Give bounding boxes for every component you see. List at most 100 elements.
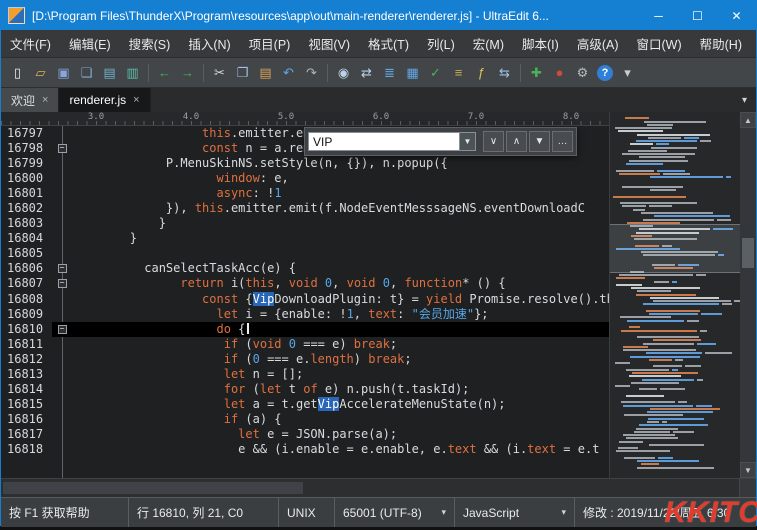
forward-icon[interactable]: → (178, 63, 197, 82)
menu-insert[interactable]: 插入(N) (179, 30, 239, 57)
code-line[interactable]: 16810 − do { (1, 321, 609, 337)
code-line[interactable]: 16805 (1, 246, 609, 261)
menu-advanced[interactable]: 高级(A) (568, 30, 628, 57)
paste-icon[interactable]: ▤ (256, 63, 275, 82)
menu-search[interactable]: 搜索(S) (120, 30, 180, 57)
save-all-icon[interactable]: ❏ (77, 63, 96, 82)
code-text: if (0 === e.length) break; (223, 351, 412, 366)
editor[interactable]: 3.0 4.0 5.0 6.0 7.0 8.0 16797 this.emitter.em… (1, 112, 609, 478)
horizontal-scrollbar[interactable] (1, 478, 756, 497)
fold-toggle-icon[interactable]: − (57, 324, 67, 334)
code-line[interactable]: 16811 if (void 0 === e) break; (1, 337, 609, 352)
menu-column[interactable]: 列(L) (418, 30, 464, 57)
code-text: let e = JSON.parse(a); (238, 426, 398, 441)
menu-window[interactable]: 窗口(W) (628, 30, 691, 57)
find-next-button[interactable]: ∨ (483, 131, 504, 152)
add-icon[interactable]: ✚ (527, 63, 546, 82)
tab-close-icon[interactable]: × (133, 94, 139, 106)
find-more-button[interactable]: … (552, 131, 573, 152)
code-text: } (158, 216, 166, 231)
ultraedit-window: [D:\Program Files\ThunderX\Program\resou… (0, 0, 757, 529)
code-line[interactable]: 16807 − return i(this, void 0, void 0, fu… (1, 276, 609, 291)
scroll-up-icon[interactable]: ▲ (740, 112, 756, 128)
code-line[interactable]: 16818 e && (i.enable = e.enable, e.text … (1, 442, 609, 457)
column-mode-icon[interactable]: ▦ (403, 63, 422, 82)
status-encoding[interactable]: 65001 (UTF-8) ▾ (335, 498, 455, 527)
find-prev-button[interactable]: ∧ (506, 131, 527, 152)
code-line[interactable]: 16800 window: e, (1, 171, 609, 186)
code-line[interactable]: 16802 }), this.emitter.emit(f.NodeEventM… (1, 201, 609, 216)
menu-help[interactable]: 帮助(H) (691, 30, 751, 57)
undo-icon[interactable]: ↶ (279, 63, 298, 82)
menu-edit[interactable]: 编辑(E) (60, 30, 120, 57)
search-input[interactable] (308, 132, 460, 151)
status-syntax-mode[interactable]: JavaScript ▾ (455, 498, 575, 527)
record-macro-icon[interactable]: ● (550, 63, 569, 82)
tab-renderer-js[interactable]: renderer.js × (59, 88, 151, 112)
vertical-scroll-track[interactable] (740, 128, 756, 462)
save-icon[interactable]: ▣ (54, 63, 73, 82)
code-line[interactable]: 16815 let a = t.getVipAccelerateMenuStat… (1, 396, 609, 412)
find-icon[interactable]: ◉ (334, 63, 353, 82)
settings-gear-icon[interactable]: ⚙ (573, 63, 592, 82)
fold-toggle-icon[interactable]: − (57, 144, 67, 154)
code-line[interactable]: 16804 } (1, 231, 609, 246)
code-line[interactable]: 16816 if (a) { (1, 412, 609, 427)
tab-overflow-icon[interactable]: ▾ (733, 88, 756, 112)
scroll-down-icon[interactable]: ▼ (740, 462, 756, 478)
vertical-scroll-thumb[interactable] (742, 238, 754, 268)
minimap-viewport[interactable] (610, 224, 740, 273)
cut-icon[interactable]: ✂ (210, 63, 229, 82)
redo-icon[interactable]: ↷ (302, 63, 321, 82)
close-button[interactable]: ✕ (717, 1, 756, 30)
find-filter-button[interactable]: ▼ (529, 131, 550, 152)
code-area[interactable]: 16797 this.emitter.emit(16798− const n =… (1, 126, 609, 478)
horizontal-scroll-thumb[interactable] (3, 482, 303, 494)
copy-icon[interactable]: ❐ (233, 63, 252, 82)
spell-check-icon[interactable]: ✓ (426, 63, 445, 82)
tab-welcome[interactable]: 欢迎 × (1, 88, 60, 112)
list-lines-icon[interactable]: ≡ (449, 63, 468, 82)
code-line[interactable]: 16814 for (let t of e) n.push(t.taskId); (1, 382, 609, 397)
toolbar-overflow-icon[interactable]: ▾ (618, 63, 637, 82)
dropdown-caret-icon[interactable]: ▾ (431, 507, 446, 518)
menu-format[interactable]: 格式(T) (359, 30, 418, 57)
code-line[interactable]: 16799 P.MenuSkinNS.setStyle(n, {}), n.po… (1, 156, 609, 171)
vertical-scrollbar[interactable]: ▲ ▼ (740, 112, 756, 478)
sort-icon[interactable]: ≣ (380, 63, 399, 82)
help-icon[interactable]: ? (597, 64, 613, 81)
menu-file[interactable]: 文件(F) (1, 30, 60, 57)
code-line[interactable]: 16808 const {VipDownloadPlugin: t} = yie… (1, 291, 609, 307)
ruler-label: 3.0 (87, 112, 105, 122)
menu-script[interactable]: 脚本(I) (513, 30, 568, 57)
code-line[interactable]: 16801 async: !1 (1, 186, 609, 201)
function-list-icon[interactable]: ƒ (472, 63, 491, 82)
code-line[interactable]: 16817 let e = JSON.parse(a); (1, 427, 609, 442)
fold-toggle-icon[interactable]: − (57, 264, 67, 274)
new-file-icon[interactable]: ▯ (8, 63, 27, 82)
search-dropdown-icon[interactable]: ▼ (460, 132, 476, 151)
print-icon[interactable]: ▤ (100, 63, 119, 82)
minimize-button[interactable]: ─ (639, 1, 678, 30)
maximize-button[interactable]: ☐ (678, 1, 717, 30)
minimap[interactable] (609, 112, 740, 478)
back-icon[interactable]: ← (155, 63, 174, 82)
code-line[interactable]: 16813 let n = []; (1, 367, 609, 382)
menu-view[interactable]: 视图(V) (299, 30, 359, 57)
menu-macro[interactable]: 宏(M) (464, 30, 513, 57)
print-preview-icon[interactable]: ▥ (123, 63, 142, 82)
line-number: 16813 (7, 366, 44, 381)
menu-project[interactable]: 项目(P) (240, 30, 300, 57)
code-line[interactable]: 16812 if (0 === e.length) break; (1, 352, 609, 367)
fold-column: − (52, 141, 72, 156)
tab-close-icon[interactable]: × (42, 94, 48, 106)
fold-toggle-icon[interactable]: − (57, 279, 67, 289)
dropdown-caret-icon[interactable]: ▾ (551, 507, 566, 518)
code-line[interactable]: 16803 } (1, 216, 609, 231)
compare-icon[interactable]: ⇆ (495, 63, 514, 82)
code-line[interactable]: 16809 let i = {enable: !1, text: "会员加速"}… (1, 307, 609, 322)
toolbar: ▯ ▱ ▣ ❏ ▤ ▥ ← → ✂ ❐ ▤ ↶ ↷ ◉ ⇄ ≣ ▦ ✓ ≡ ƒ ⇆ ✚ ● ⚙? ▾ (1, 58, 756, 88)
replace-icon[interactable]: ⇄ (357, 63, 376, 82)
code-line[interactable]: 16806 − canSelectTaskAcc(e) { (1, 261, 609, 276)
open-folder-icon[interactable]: ▱ (31, 63, 50, 82)
